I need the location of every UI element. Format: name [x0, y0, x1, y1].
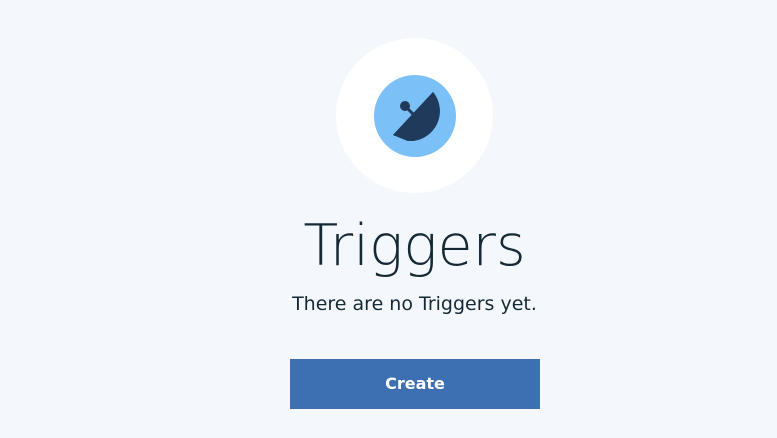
- icon-badge: [336, 38, 493, 193]
- create-button[interactable]: Create: [290, 359, 540, 409]
- icon-circle: [374, 75, 456, 157]
- satellite-dish-icon: [393, 92, 440, 142]
- empty-state: Triggers There are no Triggers yet. Crea…: [0, 0, 777, 438]
- empty-state-message: There are no Triggers yet.: [292, 293, 537, 315]
- page-title: Triggers: [303, 213, 526, 279]
